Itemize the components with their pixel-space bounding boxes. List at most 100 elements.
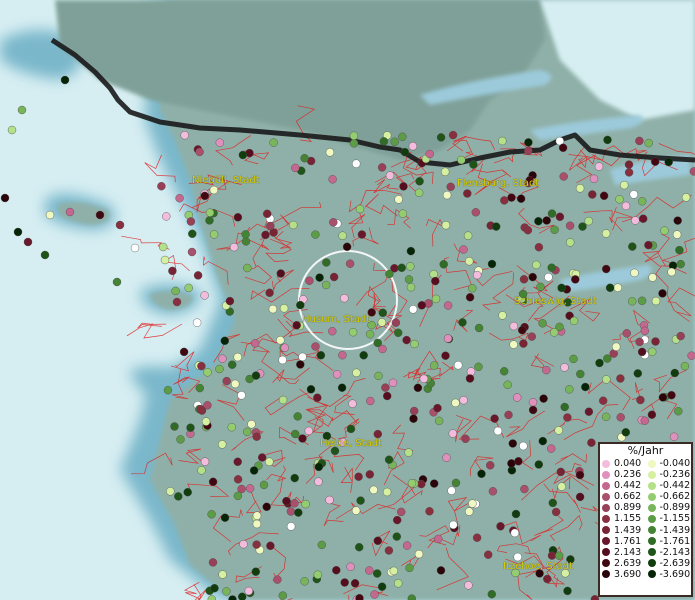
station-point[interactable]: [413, 383, 423, 392]
station-point[interactable]: [660, 226, 669, 235]
station-point[interactable]: [638, 197, 647, 206]
station-point[interactable]: [292, 321, 301, 330]
station-point[interactable]: [0, 193, 10, 203]
station-point[interactable]: [408, 141, 418, 151]
station-point[interactable]: [252, 519, 262, 529]
station-point[interactable]: [527, 332, 536, 341]
station-point[interactable]: [346, 562, 355, 571]
station-point[interactable]: [548, 498, 557, 508]
station-point[interactable]: [616, 413, 625, 422]
station-point[interactable]: [215, 364, 224, 374]
station-point[interactable]: [266, 221, 275, 231]
station-point[interactable]: [594, 162, 604, 171]
station-point[interactable]: [233, 475, 243, 484]
station-point[interactable]: [332, 566, 341, 575]
station-point[interactable]: [186, 423, 195, 432]
station-point[interactable]: [624, 160, 634, 169]
station-point[interactable]: [241, 230, 250, 239]
station-point[interactable]: [429, 270, 438, 279]
station-point[interactable]: [269, 138, 278, 147]
station-point[interactable]: [233, 491, 243, 501]
station-point[interactable]: [382, 487, 392, 497]
station-point[interactable]: [513, 393, 522, 402]
station-point[interactable]: [378, 308, 387, 317]
station-point[interactable]: [555, 212, 565, 222]
station-point[interactable]: [217, 440, 227, 449]
station-point[interactable]: [60, 75, 70, 85]
station-point[interactable]: [266, 541, 275, 550]
station-point[interactable]: [315, 273, 324, 282]
station-point[interactable]: [381, 383, 390, 392]
station-point[interactable]: [355, 594, 364, 600]
station-point[interactable]: [233, 213, 243, 222]
station-point[interactable]: [325, 148, 335, 157]
station-point[interactable]: [415, 177, 424, 186]
station-point[interactable]: [265, 288, 274, 297]
station-point[interactable]: [304, 426, 313, 436]
station-point[interactable]: [311, 230, 320, 239]
station-point[interactable]: [296, 360, 305, 369]
station-point[interactable]: [183, 488, 192, 497]
station-point[interactable]: [301, 499, 310, 509]
station-point[interactable]: [365, 470, 374, 479]
station-point[interactable]: [337, 383, 347, 392]
station-point[interactable]: [670, 368, 679, 378]
station-point[interactable]: [569, 316, 579, 326]
station-point[interactable]: [286, 522, 296, 531]
station-point[interactable]: [508, 439, 517, 448]
station-point[interactable]: [278, 355, 287, 365]
station-point[interactable]: [507, 459, 516, 468]
station-point[interactable]: [640, 326, 649, 336]
station-point[interactable]: [487, 259, 497, 269]
station-point[interactable]: [209, 185, 219, 195]
station-point[interactable]: [322, 258, 331, 267]
station-point[interactable]: [383, 391, 392, 401]
station-point[interactable]: [261, 230, 270, 240]
station-point[interactable]: [667, 391, 676, 400]
station-point[interactable]: [417, 301, 426, 310]
station-point[interactable]: [397, 507, 406, 517]
station-point[interactable]: [442, 190, 452, 200]
station-point[interactable]: [394, 579, 403, 588]
station-point[interactable]: [569, 354, 578, 364]
station-point[interactable]: [441, 167, 450, 177]
station-point[interactable]: [443, 301, 453, 310]
station-point[interactable]: [528, 405, 538, 415]
station-point[interactable]: [238, 592, 247, 600]
station-point[interactable]: [465, 507, 474, 516]
station-point[interactable]: [193, 271, 203, 280]
station-point[interactable]: [218, 570, 227, 579]
station-point[interactable]: [259, 480, 269, 490]
station-point[interactable]: [180, 130, 189, 140]
station-point[interactable]: [406, 262, 415, 271]
station-point[interactable]: [175, 193, 184, 203]
station-point[interactable]: [166, 487, 175, 496]
station-point[interactable]: [345, 259, 355, 268]
station-point[interactable]: [584, 407, 594, 416]
station-point[interactable]: [163, 386, 173, 395]
station-point[interactable]: [170, 422, 179, 431]
station-point[interactable]: [524, 138, 533, 147]
station-point[interactable]: [374, 371, 383, 381]
station-point[interactable]: [504, 410, 513, 420]
station-point[interactable]: [430, 361, 439, 370]
station-point[interactable]: [215, 138, 225, 147]
station-point[interactable]: [565, 221, 575, 230]
station-point[interactable]: [547, 444, 556, 453]
station-point[interactable]: [348, 399, 357, 408]
station-point[interactable]: [377, 163, 387, 172]
station-point[interactable]: [547, 263, 556, 272]
station-point[interactable]: [391, 318, 401, 327]
station-point[interactable]: [356, 496, 365, 505]
station-point[interactable]: [249, 466, 259, 475]
station-point[interactable]: [313, 393, 322, 402]
station-point[interactable]: [672, 230, 682, 239]
station-point[interactable]: [621, 428, 630, 437]
station-point[interactable]: [252, 511, 262, 520]
station-point[interactable]: [280, 343, 289, 352]
station-point[interactable]: [233, 352, 242, 362]
station-point[interactable]: [519, 275, 529, 284]
station-point[interactable]: [486, 461, 495, 470]
station-point[interactable]: [457, 155, 466, 165]
station-point[interactable]: [547, 209, 557, 218]
